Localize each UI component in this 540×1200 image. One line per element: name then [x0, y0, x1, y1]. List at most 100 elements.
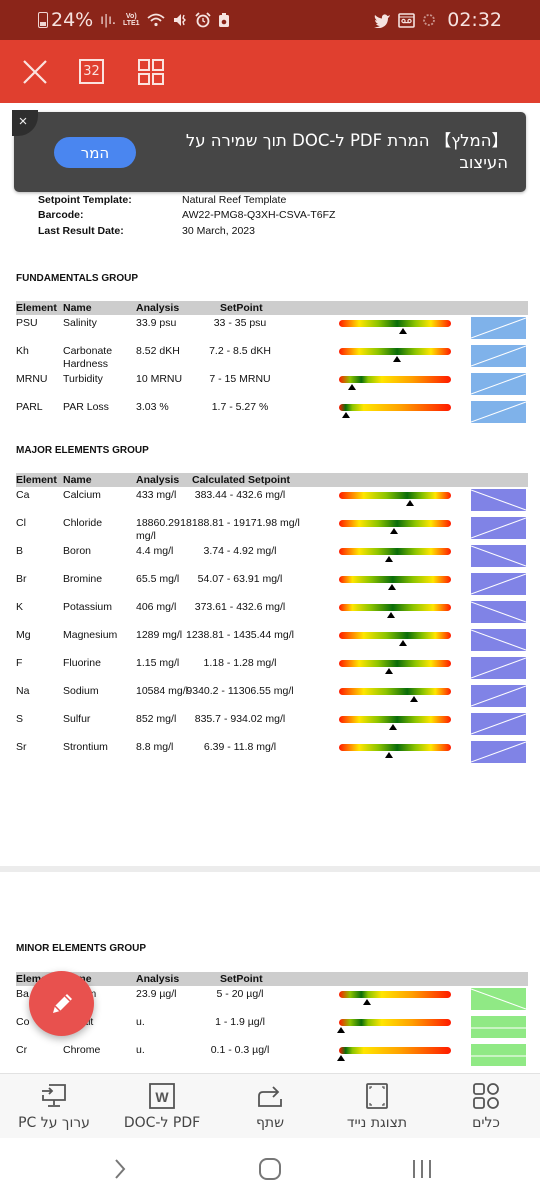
element-cell: Mg [16, 629, 31, 641]
word-icon: W [149, 1083, 175, 1109]
range-gauge [339, 716, 451, 723]
gauge-marker [341, 412, 350, 418]
pdf-to-doc-label: PDF ל-DOC [123, 1115, 201, 1131]
close-button[interactable] [21, 58, 49, 86]
mute-icon [173, 14, 186, 26]
group-title: MAJOR ELEMENTS GROUP [16, 445, 149, 456]
range-gauge [339, 404, 451, 411]
trend-thumbnail[interactable] [471, 401, 526, 423]
sync-icon [423, 14, 436, 26]
trend-thumbnail[interactable] [471, 741, 526, 763]
share-button[interactable]: שתף [220, 1082, 320, 1131]
name-cell: Bromine [63, 573, 103, 585]
element-cell: Cr [16, 1044, 28, 1056]
name-cell: PAR Loss [63, 401, 109, 413]
battery-icon [38, 12, 48, 28]
gauge-marker [337, 1027, 346, 1033]
back-button[interactable] [100, 1154, 140, 1184]
home-icon [259, 1158, 281, 1180]
table-header: Element Name Analysis SetPoint [16, 301, 528, 315]
tools-button[interactable]: כלים [436, 1082, 536, 1131]
trend-thumbnail[interactable] [471, 345, 526, 367]
tools-icon [473, 1083, 499, 1109]
setpoint-cell: 7 - 15 MRNU [209, 373, 271, 385]
name-cell: Boron [63, 545, 92, 557]
page-divider [0, 866, 540, 872]
home-button[interactable] [250, 1154, 290, 1184]
trend-thumbnail[interactable] [471, 629, 526, 651]
group-title: FUNDAMENTALS GROUP [16, 273, 139, 284]
gauge-marker [398, 328, 407, 334]
trend-thumbnail[interactable] [471, 713, 526, 735]
setpoint-cell: 835.7 - 934.02 mg/l [194, 713, 286, 725]
pc-icon [42, 1084, 66, 1107]
banner-close-button[interactable]: × [12, 110, 38, 136]
element-cell: K [16, 601, 24, 613]
convert-button[interactable]: המר [54, 137, 136, 168]
recents-button[interactable] [402, 1154, 442, 1184]
trend-thumbnail[interactable] [471, 373, 526, 395]
element-cell: Br [16, 573, 27, 585]
trend-thumbnail[interactable] [471, 1044, 526, 1066]
column-header: SetPoint [220, 302, 263, 314]
trend-thumbnail[interactable] [471, 988, 526, 1010]
page-count-button[interactable]: 32 [79, 59, 104, 84]
column-header: Analysis [136, 973, 180, 985]
element-cell: B [16, 545, 24, 557]
back-icon [115, 1159, 126, 1179]
setpoint-cell: 1 - 1.9 µg/l [215, 1016, 265, 1028]
twitter-icon [374, 13, 391, 28]
trend-thumbnail[interactable] [471, 317, 526, 339]
range-gauge [339, 548, 451, 555]
info-label: Barcode: [38, 209, 84, 221]
gauge-marker [389, 528, 398, 534]
range-gauge [339, 492, 451, 499]
range-gauge [339, 604, 451, 611]
banner-text: 【המלץ】 המרת PDF ל-DOC תוך שמירה על העיצו… [185, 131, 508, 172]
recents-icon [413, 1160, 431, 1178]
setpoint-cell: 9340.2 - 11306.55 mg/l [186, 685, 294, 697]
trend-thumbnail[interactable] [471, 573, 526, 595]
tools-label: כלים [472, 1115, 500, 1131]
mobile-view-icon [366, 1083, 388, 1109]
pdf-to-doc-button[interactable]: W PDF ל-DOC [112, 1082, 212, 1131]
pdf-toolbar: 32 [0, 40, 540, 103]
trend-thumbnail[interactable] [471, 601, 526, 623]
svg-text:W: W [155, 1089, 169, 1105]
range-gauge [339, 688, 451, 695]
column-header: Name [63, 474, 92, 486]
thumbnails-button[interactable] [137, 58, 165, 86]
element-cell: Na [16, 685, 30, 697]
info-value: Natural Reef Template [182, 194, 287, 206]
trend-thumbnail[interactable] [471, 1016, 526, 1038]
range-gauge [339, 376, 451, 383]
gauge-marker [385, 752, 394, 758]
group-title: MINOR ELEMENTS GROUP [16, 943, 147, 954]
mobile-view-button[interactable]: תצוגת נייד [327, 1082, 427, 1131]
signal-icon: ı|ı. [100, 12, 116, 28]
pdf-viewer[interactable]: Setpoint Template: Natural Reef Template… [0, 103, 540, 1073]
name-cell: Sodium [63, 685, 99, 697]
element-cell: MRNU [16, 373, 48, 385]
grid-icon [138, 59, 164, 85]
info-label: Setpoint Template: [38, 194, 132, 206]
setpoint-cell: 1.7 - 5.27 % [211, 401, 269, 413]
range-gauge [339, 576, 451, 583]
column-header: Element [16, 302, 57, 314]
trend-thumbnail[interactable] [471, 685, 526, 707]
column-header: Element [16, 474, 57, 486]
gauge-marker [410, 696, 419, 702]
system-nav-bar [0, 1138, 540, 1200]
trend-thumbnail[interactable] [471, 545, 526, 567]
gauge-marker [388, 724, 397, 730]
edit-on-pc-button[interactable]: ערוך על PC [4, 1082, 104, 1131]
trend-thumbnail[interactable] [471, 489, 526, 511]
info-label: Last Result Date: [38, 225, 124, 237]
gauge-marker [337, 1055, 346, 1061]
edit-fab-button[interactable] [29, 971, 94, 1036]
setpoint-cell: 1238.81 - 1435.44 mg/l [186, 629, 294, 641]
trend-thumbnail[interactable] [471, 517, 526, 539]
trend-thumbnail[interactable] [471, 657, 526, 679]
column-header: Analysis [136, 302, 180, 314]
alarm-icon [194, 12, 211, 28]
